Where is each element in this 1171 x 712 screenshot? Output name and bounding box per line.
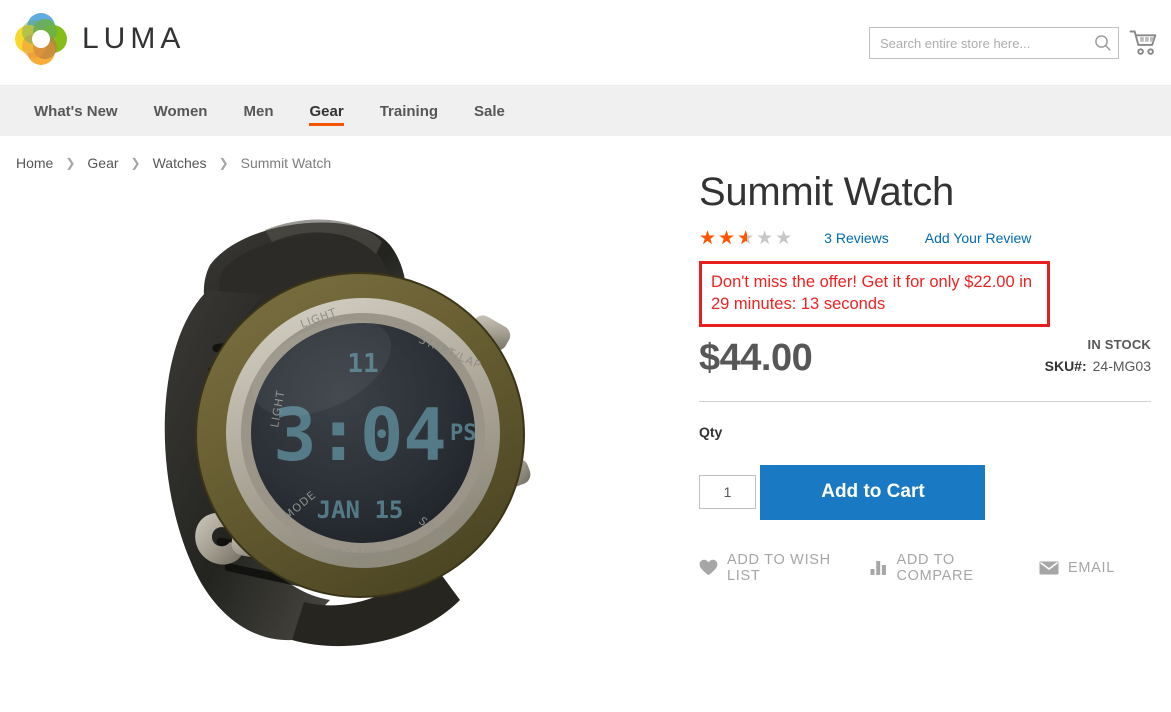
rating-row: ★★★★★ ★★★★★ 3 Reviews Add Your Review — [699, 228, 1151, 248]
breadcrumb-item-gear[interactable]: Gear — [87, 155, 118, 171]
shopping-cart-icon — [1129, 30, 1157, 55]
nav-item-training[interactable]: Training — [362, 86, 456, 136]
svg-text:PS: PS — [450, 421, 477, 446]
action-label: ADD TO COMPARE — [896, 551, 974, 584]
star-rating[interactable]: ★★★★★ ★★★★★ — [699, 228, 794, 248]
email-button[interactable]: EMAIL — [1039, 560, 1115, 576]
svg-text:H2O 100m: H2O 100m — [328, 548, 390, 559]
breadcrumb-separator-icon: ❯ — [130, 156, 141, 170]
add-to-compare-button[interactable]: ADD TO COMPARE — [870, 552, 1003, 584]
svg-text:JAN 15: JAN 15 — [317, 496, 404, 524]
envelope-icon — [1039, 561, 1059, 575]
breadcrumb-separator-icon: ❯ — [65, 156, 76, 170]
bar-chart-icon — [870, 560, 887, 576]
nav-item-whats-new[interactable]: What's New — [16, 86, 136, 136]
quantity-input[interactable] — [699, 475, 756, 510]
nav-item-label: Men — [243, 102, 274, 120]
nav-item-label: Gear — [309, 102, 344, 120]
stock-block: IN STOCK SKU#: 24-MG03 — [1045, 337, 1151, 374]
main-navigation: What's New Women Men Gear Training Sale — [0, 85, 1171, 136]
luma-flower-logo-icon — [15, 13, 67, 65]
nav-item-gear[interactable]: Gear — [291, 86, 361, 136]
site-logo[interactable]: LUMA — [14, 12, 185, 66]
search-box[interactable] — [869, 27, 1119, 59]
nav-item-label: What's New — [34, 102, 118, 120]
breadcrumb-item-current: Summit Watch — [240, 155, 332, 171]
cart-button[interactable] — [1127, 26, 1161, 60]
breadcrumb-item-home[interactable]: Home — [16, 155, 53, 171]
section-divider — [699, 400, 1151, 402]
product-gallery[interactable]: LIGHT START/LAP LIGHT MODE STOP H2O 100m… — [0, 170, 660, 670]
status-badge: IN STOCK — [1087, 336, 1151, 352]
qty-label: Qty — [699, 423, 723, 440]
nav-item-sale[interactable]: Sale — [456, 86, 523, 136]
site-header: LUMA — [0, 0, 1171, 85]
nav-item-label: Sale — [474, 102, 505, 120]
product-actions: ADD TO WISH LIST ADD TO COMPARE EMAIL — [699, 552, 1151, 584]
add-to-wishlist-button[interactable]: ADD TO WISH LIST — [699, 552, 834, 584]
search-icon — [1095, 35, 1111, 51]
reviews-count-link[interactable]: 3 Reviews — [824, 230, 889, 246]
page-title: Summit Watch — [699, 170, 954, 214]
product-info: Summit Watch ★★★★★ ★★★★★ 3 Reviews Add Y… — [699, 170, 1151, 584]
sku-label: SKU#: — [1044, 357, 1087, 374]
sku-value: 24-MG03 — [1092, 357, 1151, 374]
promo-offer-banner: Don't miss the offer! Get it for only $2… — [699, 261, 1050, 327]
promo-offer-text: Don't miss the offer! Get it for only $2… — [711, 273, 1033, 314]
product-main: LIGHT START/LAP LIGHT MODE STOP H2O 100m… — [0, 170, 1171, 695]
nav-item-women[interactable]: Women — [136, 86, 226, 136]
nav-item-label: Women — [153, 102, 208, 120]
add-to-cart-button[interactable]: Add to Cart — [760, 464, 986, 520]
nav-item-men[interactable]: Men — [225, 86, 291, 136]
search-input[interactable] — [870, 28, 1088, 58]
stars-filled: ★★★★★ — [699, 228, 747, 248]
sku-row: SKU#: 24-MG03 — [1045, 358, 1151, 374]
action-label: ADD TO WISH LIST — [727, 551, 831, 584]
nav-item-label: Training — [379, 102, 439, 120]
breadcrumb-separator-icon: ❯ — [218, 156, 229, 170]
heart-icon — [699, 559, 718, 576]
brand-name: LUMA — [82, 22, 186, 55]
product-image[interactable]: LIGHT START/LAP LIGHT MODE STOP H2O 100m… — [60, 170, 600, 670]
action-label: EMAIL — [1067, 559, 1115, 576]
add-review-link[interactable]: Add Your Review — [925, 230, 1032, 246]
breadcrumb-item-watches[interactable]: Watches — [153, 155, 207, 171]
search-button[interactable] — [1088, 28, 1118, 58]
price-row: $44.00 IN STOCK SKU#: 24-MG03 — [699, 333, 1151, 391]
breadcrumb: Home ❯ Gear ❯ Watches ❯ Summit Watch — [0, 136, 1171, 171]
